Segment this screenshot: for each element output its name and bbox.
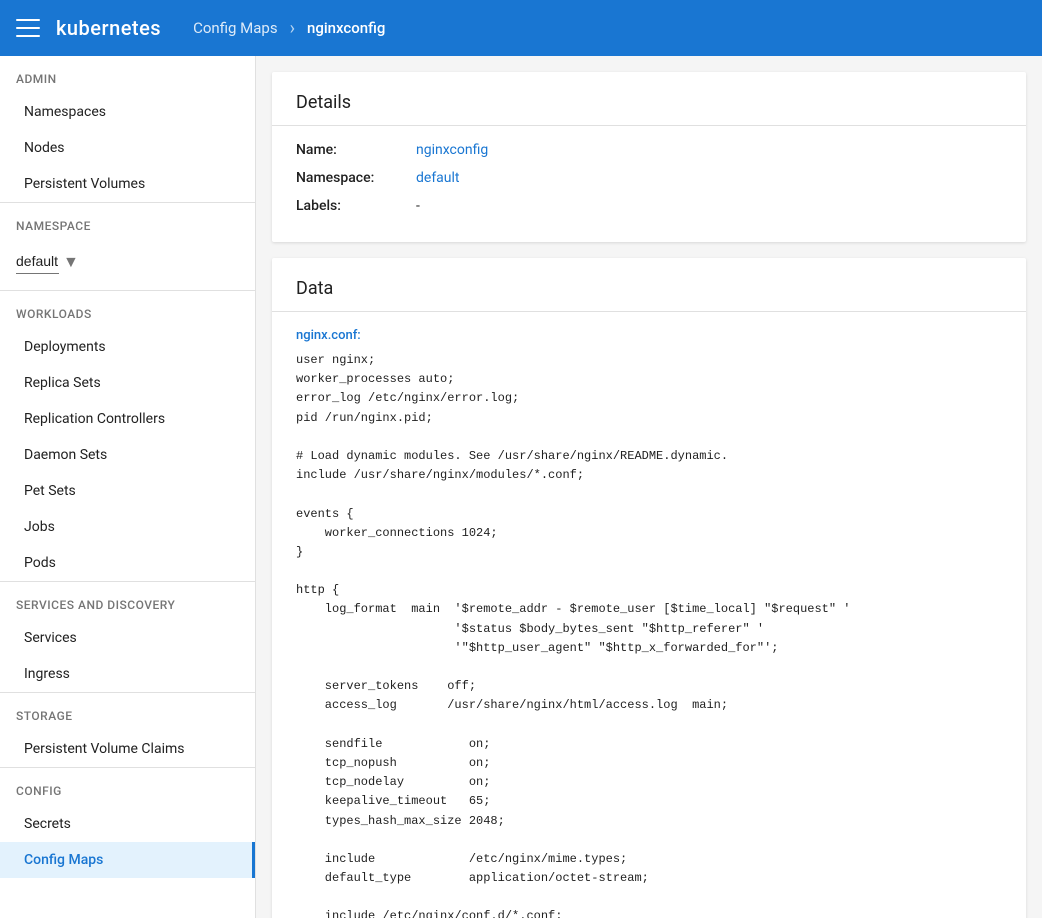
config-section-label: Config <box>0 768 255 806</box>
details-card: Details Name: nginxconfig Namespace: def… <box>272 72 1026 242</box>
breadcrumb-current: nginxconfig <box>307 19 385 37</box>
namespace-value[interactable]: default <box>416 170 460 186</box>
data-key: nginx.conf: <box>296 328 1002 343</box>
breadcrumb-separator: › <box>290 18 295 39</box>
main-content: Details Name: nginxconfig Namespace: def… <box>256 56 1042 918</box>
sidebar-item-pet-sets[interactable]: Pet Sets <box>0 473 255 509</box>
sidebar-item-jobs[interactable]: Jobs <box>0 509 255 545</box>
sidebar-item-deployments[interactable]: Deployments <box>0 329 255 365</box>
namespace-label: Namespace: <box>296 170 416 186</box>
sidebar-item-config-maps[interactable]: Config Maps <box>0 842 255 878</box>
sidebar-item-ingress[interactable]: Ingress <box>0 656 255 692</box>
storage-section-label: Storage <box>0 693 255 731</box>
details-card-body: Name: nginxconfig Namespace: default Lab… <box>272 126 1026 242</box>
sidebar-item-pods[interactable]: Pods <box>0 545 255 581</box>
sidebar-item-persistent-volumes[interactable]: Persistent Volumes <box>0 166 255 202</box>
sidebar-item-pvc[interactable]: Persistent Volume Claims <box>0 731 255 767</box>
detail-name-row: Name: nginxconfig <box>296 142 1002 158</box>
workloads-section-label: Workloads <box>0 291 255 329</box>
detail-namespace-row: Namespace: default <box>296 170 1002 186</box>
sidebar-item-secrets[interactable]: Secrets <box>0 806 255 842</box>
sidebar-item-daemon-sets[interactable]: Daemon Sets <box>0 437 255 473</box>
namespace-dropdown-icon: ▼ <box>63 252 79 272</box>
labels-value: - <box>416 198 420 214</box>
app-header: kubernetes Config Maps › nginxconfig <box>0 0 1042 56</box>
name-label: Name: <box>296 142 416 158</box>
labels-label: Labels: <box>296 198 416 214</box>
sidebar-item-services[interactable]: Services <box>0 620 255 656</box>
breadcrumb: Config Maps › nginxconfig <box>193 18 385 39</box>
sidebar-item-namespaces[interactable]: Namespaces <box>0 94 255 130</box>
details-card-title: Details <box>272 72 1026 126</box>
data-card-title: Data <box>272 258 1026 312</box>
name-value[interactable]: nginxconfig <box>416 142 488 158</box>
sidebar-item-replication-controllers[interactable]: Replication Controllers <box>0 401 255 437</box>
namespace-section-label: Namespace <box>0 203 255 241</box>
data-card: Data nginx.conf: user nginx; worker_proc… <box>272 258 1026 918</box>
detail-labels-row: Labels: - <box>296 198 1002 214</box>
namespace-select[interactable]: default <box>16 249 59 274</box>
data-code: user nginx; worker_processes auto; error… <box>296 351 1002 918</box>
sidebar-item-nodes[interactable]: Nodes <box>0 130 255 166</box>
brand-logo: kubernetes <box>56 16 161 40</box>
namespace-selector[interactable]: default ▼ <box>16 249 239 274</box>
admin-section-label: Admin <box>0 56 255 94</box>
breadcrumb-parent[interactable]: Config Maps <box>193 19 277 37</box>
data-card-body: nginx.conf: user nginx; worker_processes… <box>272 312 1026 918</box>
sidebar-item-replica-sets[interactable]: Replica Sets <box>0 365 255 401</box>
sidebar: Admin Namespaces Nodes Persistent Volume… <box>0 56 256 918</box>
services-discovery-section-label: Services and discovery <box>0 582 255 620</box>
menu-icon[interactable] <box>16 16 40 40</box>
